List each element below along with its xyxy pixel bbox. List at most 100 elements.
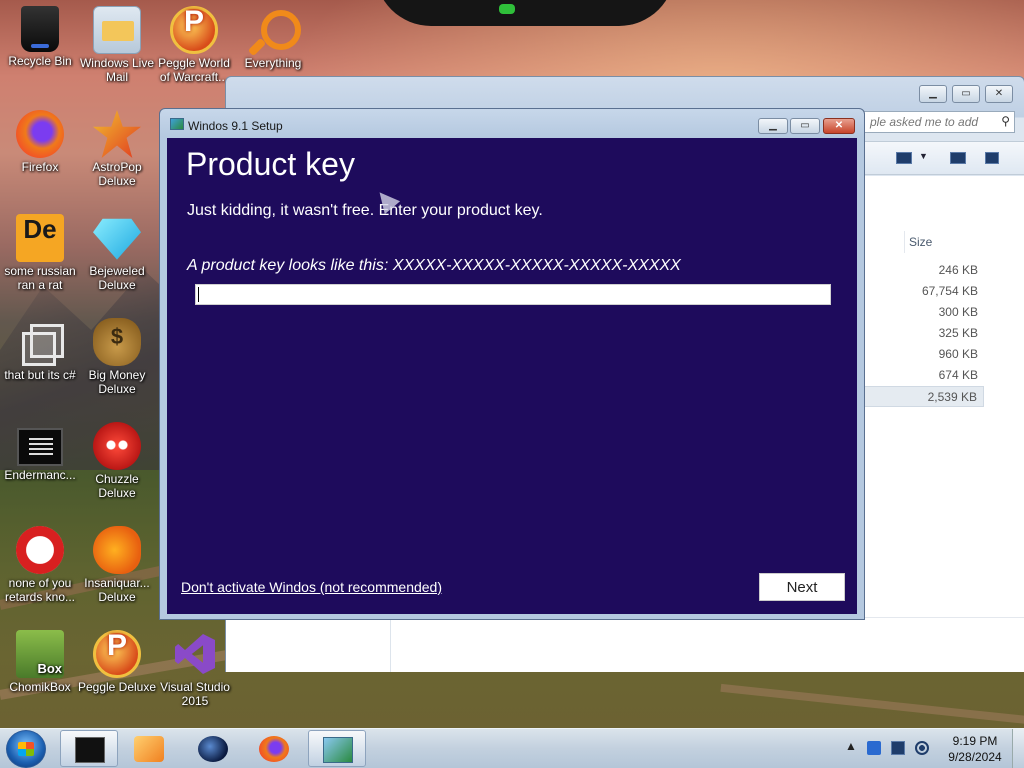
text-caret	[198, 287, 199, 302]
product-key-hint: A product key looks like this: XXXXX-XXX…	[187, 257, 681, 274]
show-hidden-icons-icon[interactable]: ▲	[845, 739, 857, 753]
minimize-button[interactable]: ▁	[758, 118, 788, 134]
network-icon[interactable]	[867, 741, 881, 755]
desktop-icon-label: Endermanc...	[4, 468, 76, 482]
desktop-icon-label: Recycle Bin	[8, 54, 72, 68]
desktop-icon-label: some russian ran a rat	[4, 264, 76, 292]
desktop-icon-none-of-you[interactable]: none of you retards kno...	[0, 526, 80, 604]
desktop-icon-label: that but its c#	[4, 368, 76, 382]
firefox-icon	[259, 736, 289, 762]
file-size[interactable]: 325 KB	[864, 323, 984, 344]
de-app-icon	[16, 214, 64, 262]
show-desktop-button[interactable]	[1012, 729, 1024, 768]
magnifier-icon	[249, 6, 301, 54]
details-pane	[391, 617, 1024, 672]
volume-icon[interactable]	[915, 741, 929, 755]
file-size[interactable]: 674 KB	[864, 365, 984, 386]
close-button[interactable]: ✕	[823, 118, 855, 134]
terminal-icon	[17, 428, 63, 466]
chevron-down-icon[interactable]: ▼	[919, 151, 928, 161]
peggle-icon	[93, 630, 141, 678]
taskbar-item-firefox[interactable]	[245, 730, 303, 767]
desktop-icon-visual-studio[interactable]: Visual Studio 2015	[155, 630, 235, 708]
desktop-icon-insaniquarium[interactable]: Insaniquar... Deluxe	[77, 526, 157, 604]
recycle-bin-icon	[21, 6, 59, 52]
help-icon[interactable]	[985, 152, 999, 164]
clock-date: 9/28/2024	[948, 750, 1002, 764]
desktop-icon-label: ChomikBox	[9, 680, 71, 694]
desktop-icon-endermanc[interactable]: Endermanc...	[0, 422, 80, 482]
desktop-icon-label: Visual Studio 2015	[160, 680, 230, 708]
search-placeholder: ple asked me to add	[870, 115, 979, 129]
dont-activate-link[interactable]: Don't activate Windos (not recommended)	[181, 579, 442, 595]
next-button[interactable]: Next	[759, 573, 845, 601]
taskbar-item-media-player[interactable]	[120, 730, 178, 767]
desktop-icon-label: Bejeweled Deluxe	[89, 264, 145, 292]
setup-app-icon	[323, 737, 353, 763]
start-button[interactable]	[6, 730, 46, 768]
terminal-icon	[75, 737, 105, 763]
desktop-icon-chomikbox[interactable]: ChomikBox	[0, 630, 80, 694]
desktop-icon-peggle-deluxe[interactable]: Peggle Deluxe	[77, 630, 157, 694]
globe-icon	[198, 736, 228, 762]
file-size-selected[interactable]: 2,539 KB	[864, 386, 984, 407]
page-title: Product key	[186, 146, 355, 182]
mail-icon	[93, 6, 141, 54]
setup-window[interactable]: Windos 9.1 Setup ▁ ▭ ✕ Product key Just …	[159, 108, 865, 620]
maximize-button[interactable]: ▭	[952, 85, 980, 103]
visual-studio-icon	[171, 630, 219, 678]
chuzzle-icon	[93, 422, 141, 470]
red-dino-icon	[16, 526, 64, 574]
desktop-icon-label: Big Money Deluxe	[88, 368, 146, 396]
copy-icon	[16, 318, 64, 366]
desktop-icon-big-money[interactable]: Big Money Deluxe	[77, 318, 157, 396]
fish-icon	[93, 526, 141, 574]
file-size[interactable]: 960 KB	[864, 344, 984, 365]
clock-time: 9:19 PM	[952, 734, 998, 748]
desktop-icon-chuzzle[interactable]: Chuzzle Deluxe	[77, 422, 157, 500]
firefox-icon	[16, 110, 64, 158]
desktop-icon-label: none of you retards kno...	[4, 576, 76, 604]
chomikbox-icon	[16, 630, 64, 678]
clock[interactable]: 9:19 PM 9/28/2024	[940, 733, 1010, 765]
taskbar-item-terminal[interactable]	[60, 730, 118, 767]
maximize-button[interactable]: ▭	[790, 118, 820, 134]
minimize-button[interactable]: ▁	[919, 85, 947, 103]
view-icon[interactable]	[896, 152, 912, 164]
column-header-size[interactable]: Size	[904, 231, 984, 253]
desktop-icon-astropop[interactable]: AstroPop Deluxe	[77, 110, 157, 188]
desktop-icon-that-but-csharp[interactable]: that but its c#	[0, 318, 80, 382]
search-icon: ⚲	[1001, 114, 1010, 128]
desktop-icon-russian-rat[interactable]: some russian ran a rat	[0, 214, 80, 292]
display-icon[interactable]	[891, 741, 905, 755]
desktop-icon-bejeweled[interactable]: Bejeweled Deluxe	[77, 214, 157, 292]
media-player-icon	[134, 736, 164, 762]
preview-pane-icon[interactable]	[950, 152, 966, 164]
desktop-icon-label: Windows Live Mail	[79, 56, 155, 84]
desktop-icon-windows-live-mail[interactable]: Windows Live Mail	[77, 6, 157, 84]
desktop-icon-peggle-wow[interactable]: Peggle World of Warcraft...	[154, 6, 234, 84]
indicator-icon	[499, 4, 515, 14]
file-size[interactable]: 67,754 KB	[864, 281, 984, 302]
top-overlay-bar	[375, 0, 675, 26]
desktop-icon-recycle-bin[interactable]: Recycle Bin	[0, 6, 80, 68]
close-button[interactable]: ✕	[985, 85, 1013, 103]
taskbar-item-globe[interactable]	[184, 730, 242, 767]
product-key-input[interactable]	[195, 284, 831, 305]
setup-body: Product key Just kidding, it wasn't free…	[167, 138, 857, 614]
window-title: Windos 9.1 Setup	[188, 119, 283, 133]
desktop-icon-label: Firefox	[21, 160, 59, 174]
gem-icon	[93, 218, 141, 260]
desktop-icon-label: Peggle World of Warcraft...	[158, 56, 230, 84]
setup-app-icon	[170, 118, 184, 130]
subtitle-text: Just kidding, it wasn't free. Enter your…	[187, 202, 543, 219]
file-size[interactable]: 300 KB	[864, 302, 984, 323]
desktop-icon-firefox[interactable]: Firefox	[0, 110, 80, 174]
desktop-icon-everything[interactable]: Everything	[233, 6, 313, 70]
file-size[interactable]: 246 KB	[864, 260, 984, 281]
money-bag-icon	[93, 318, 141, 366]
taskbar: ▲ 9:19 PM 9/28/2024	[0, 728, 1024, 768]
taskbar-item-setup[interactable]	[308, 730, 366, 767]
astropop-icon	[93, 110, 141, 158]
search-input[interactable]: ple asked me to add ⚲	[863, 111, 1015, 133]
